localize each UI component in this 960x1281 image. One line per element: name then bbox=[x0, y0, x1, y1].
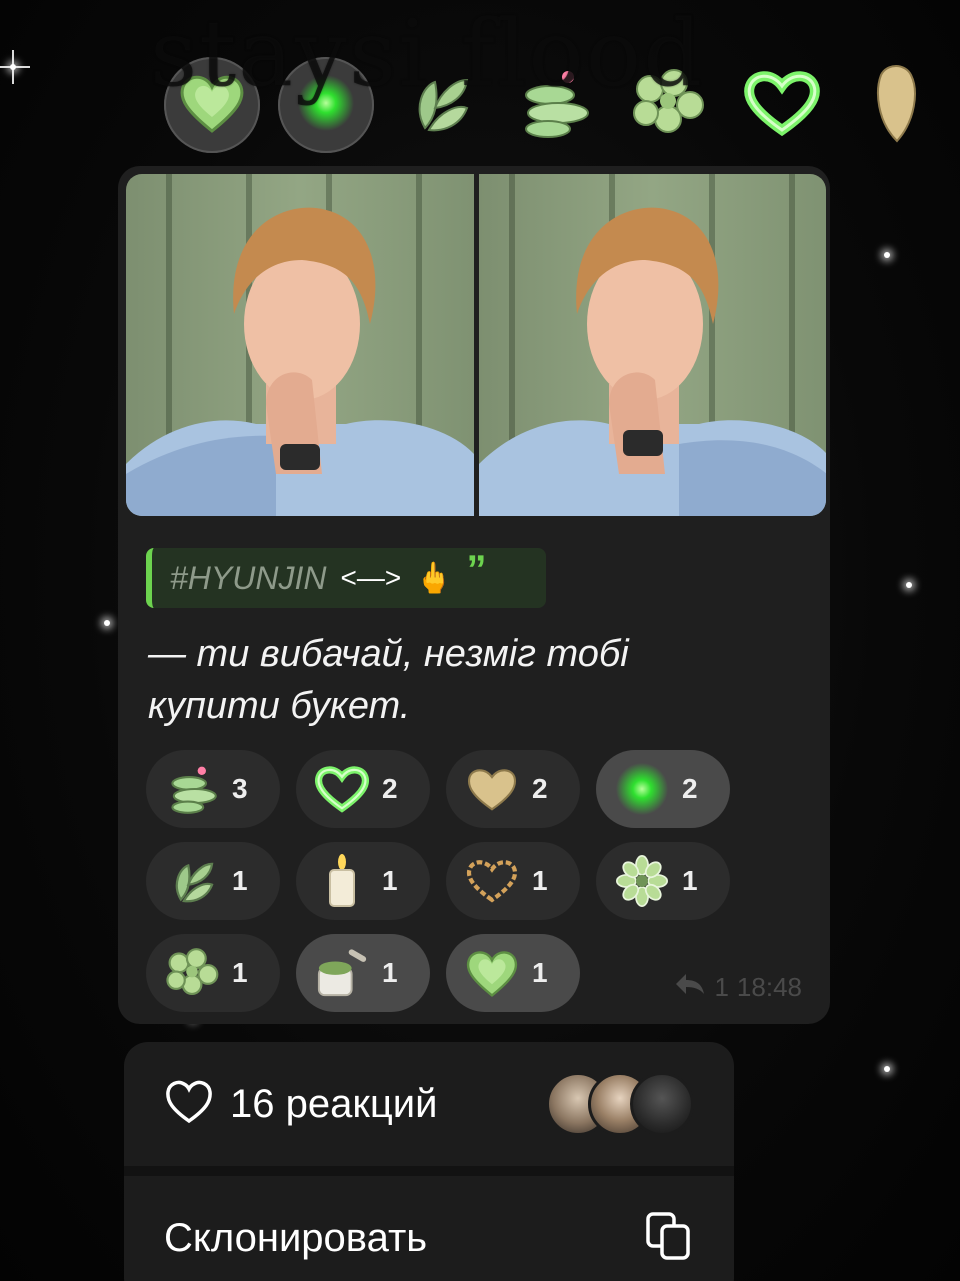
reply-icon bbox=[674, 972, 706, 1003]
reaction-chip-green-glow-dot[interactable]: 2 bbox=[596, 750, 730, 828]
reaction-count: 2 bbox=[382, 773, 398, 804]
hand-emoji-icon: 🖕 bbox=[415, 561, 453, 595]
quote-block[interactable]: #HYUNJIN <—> 🖕 ” bbox=[146, 548, 546, 608]
hashtag-link[interactable]: #HYUNJIN bbox=[170, 560, 326, 597]
green-clover-icon bbox=[162, 943, 222, 1003]
reaction-chip-beige-heart[interactable]: 2 bbox=[446, 750, 580, 828]
menu-item-reactions[interactable]: 16 реакций bbox=[124, 1042, 734, 1166]
reaction-chip-matcha-jar[interactable]: 1 bbox=[296, 934, 430, 1012]
green-glow-dot-icon bbox=[296, 73, 356, 138]
green-clover-icon bbox=[628, 67, 708, 144]
reactions-row: 3 2 2 2 bbox=[146, 750, 746, 828]
message-time: 18:48 bbox=[736, 972, 802, 1002]
picker-item-green-clover[interactable] bbox=[620, 57, 716, 153]
picker-item-green-leaves[interactable] bbox=[392, 57, 488, 153]
green-neon-heart-icon bbox=[742, 68, 822, 143]
reaction-count: 1 bbox=[382, 957, 398, 988]
sparkle-icon bbox=[104, 620, 110, 626]
picker-item-green-neon-heart[interactable] bbox=[734, 57, 830, 153]
message-meta: 1 18:48 bbox=[674, 972, 802, 1003]
picker-item-green-glass-heart[interactable] bbox=[164, 57, 260, 153]
green-leaves-icon bbox=[162, 851, 222, 911]
screen: staysi flood #HYUNJIN <—> 🖕 ” — ти вибач… bbox=[0, 0, 960, 1281]
matcha-jar-icon bbox=[312, 943, 372, 1003]
reaction-count: 1 bbox=[532, 865, 548, 896]
menu-item-clone[interactable]: Склонировать bbox=[124, 1176, 734, 1281]
avatar bbox=[630, 1072, 694, 1136]
candle-icon bbox=[312, 851, 372, 911]
picker-item-lily-pad[interactable] bbox=[506, 57, 602, 153]
message-bubble[interactable]: #HYUNJIN <—> 🖕 ” — ти вибачай, незміг то… bbox=[118, 166, 830, 1024]
sparkle-icon bbox=[884, 1066, 890, 1072]
green-flower-icon bbox=[612, 851, 672, 911]
picker-item-green-glow-dot[interactable] bbox=[278, 57, 374, 153]
reaction-count: 1 bbox=[232, 865, 248, 896]
reaction-chip-lily-pad[interactable]: 3 bbox=[146, 750, 280, 828]
reaction-count: 1 bbox=[682, 865, 698, 896]
arrow-text: <—> bbox=[340, 562, 402, 593]
beige-heart-icon bbox=[871, 61, 921, 150]
bead-heart-icon bbox=[462, 851, 522, 911]
picker-item-beige-heart[interactable] bbox=[848, 57, 944, 153]
reaction-count: 2 bbox=[682, 773, 698, 804]
reaction-chip-green-leaves[interactable]: 1 bbox=[146, 842, 280, 920]
sparkle-icon bbox=[906, 582, 912, 588]
reply-count: 1 bbox=[714, 972, 729, 1002]
reaction-count: 2 bbox=[532, 773, 548, 804]
sparkle-icon bbox=[884, 252, 890, 258]
reaction-chip-green-neon-heart[interactable]: 2 bbox=[296, 750, 430, 828]
reactions-row: 1 1 1 1 bbox=[146, 842, 746, 920]
photo-right[interactable] bbox=[478, 174, 826, 516]
reaction-count: 1 bbox=[382, 865, 398, 896]
green-glass-heart-icon bbox=[177, 71, 247, 140]
heart-outline-icon bbox=[164, 1079, 214, 1130]
copy-icon bbox=[642, 1210, 694, 1267]
green-glass-heart-icon bbox=[462, 943, 522, 1003]
reaction-count: 3 bbox=[232, 773, 248, 804]
reactor-avatars[interactable] bbox=[546, 1072, 694, 1136]
reaction-count: 1 bbox=[232, 957, 248, 988]
reaction-picker bbox=[150, 40, 916, 170]
reaction-chip-green-flower[interactable]: 1 bbox=[596, 842, 730, 920]
reaction-chip-candle[interactable]: 1 bbox=[296, 842, 430, 920]
green-leaves-icon bbox=[405, 68, 475, 143]
photo-album bbox=[126, 174, 826, 516]
quote-mark-icon: ” bbox=[466, 547, 487, 592]
photo-left[interactable] bbox=[126, 174, 474, 516]
sparkle-icon bbox=[10, 64, 16, 70]
reaction-chip-bead-heart[interactable]: 1 bbox=[446, 842, 580, 920]
reaction-chip-green-glass-heart[interactable]: 1 bbox=[446, 934, 580, 1012]
beige-heart-icon bbox=[462, 759, 522, 819]
menu-divider bbox=[124, 1166, 734, 1176]
reaction-chip-green-clover[interactable]: 1 bbox=[146, 934, 280, 1012]
reaction-count: 1 bbox=[532, 957, 548, 988]
context-menu: 16 реакций Склонировать bbox=[124, 1042, 734, 1281]
green-glow-dot-icon bbox=[612, 759, 672, 819]
reactions-count-label: 16 реакций bbox=[230, 1081, 438, 1126]
green-neon-heart-icon bbox=[312, 759, 372, 819]
reactions-row: 1 1 1 bbox=[146, 934, 746, 1012]
message-text: — ти вибачай, незміг тобі купити букет. bbox=[148, 633, 629, 727]
clone-label: Склонировать bbox=[164, 1215, 428, 1260]
lily-pad-icon bbox=[162, 759, 222, 819]
reactions-grid: 3 2 2 2 1 1 1 1 1 1 1 bbox=[146, 750, 746, 1024]
lily-pad-icon bbox=[514, 63, 594, 148]
